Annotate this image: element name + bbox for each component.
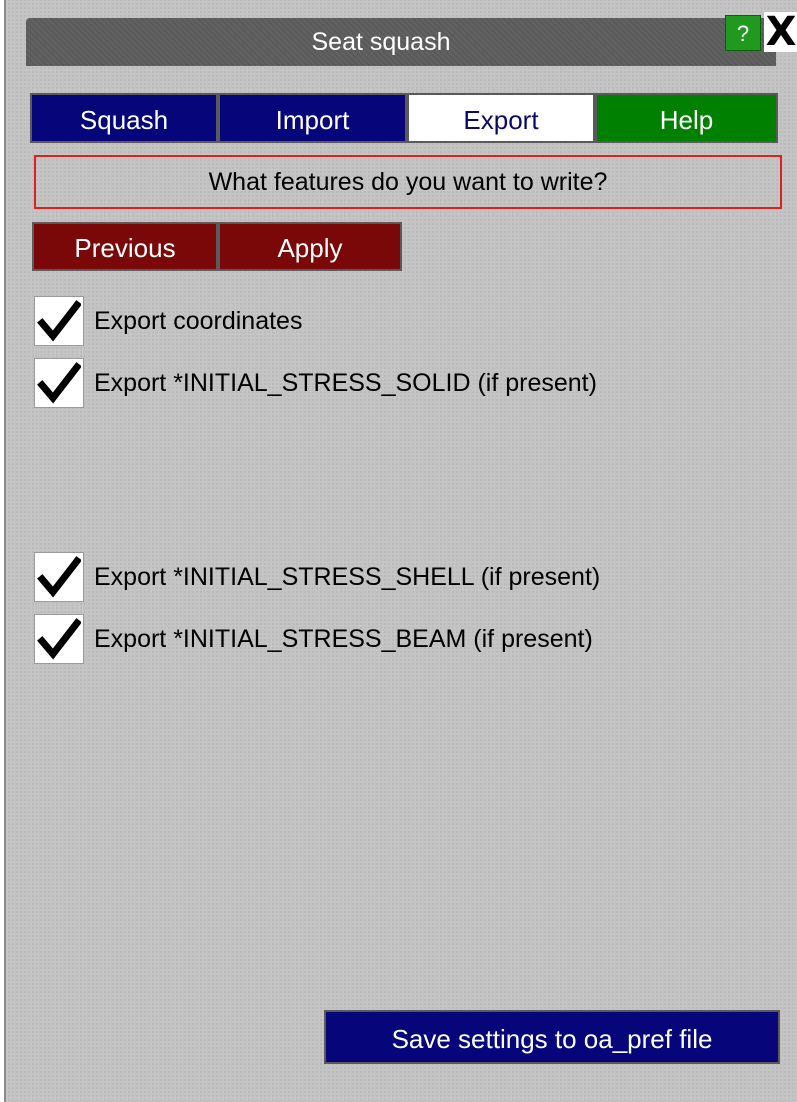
save-settings-button[interactable]: Save settings to oa_pref file bbox=[324, 1010, 780, 1064]
option-export-initial-stress-shell[interactable]: Export *INITIAL_STRESS_SHELL (if present… bbox=[34, 550, 600, 604]
previous-button[interactable]: Previous bbox=[32, 222, 218, 271]
option-label: Export *INITIAL_STRESS_SOLID (if present… bbox=[94, 368, 597, 397]
checkbox-export-coordinates[interactable] bbox=[34, 296, 84, 346]
window-title[interactable]: Seat squash bbox=[26, 18, 776, 66]
tab-squash[interactable]: Squash bbox=[30, 93, 218, 143]
tab-export[interactable]: Export bbox=[407, 93, 595, 143]
prompt-message: What features do you want to write? bbox=[34, 155, 782, 209]
checkmark-icon bbox=[37, 300, 81, 342]
seat-squash-window: Seat squash ? X Squash Import Export Hel… bbox=[4, 0, 797, 1102]
apply-button[interactable]: Apply bbox=[218, 222, 402, 271]
checkbox-export-initial-stress-solid[interactable] bbox=[34, 358, 84, 408]
option-export-initial-stress-solid[interactable]: Export *INITIAL_STRESS_SOLID (if present… bbox=[34, 356, 597, 410]
checkmark-icon bbox=[37, 362, 81, 404]
checkbox-export-initial-stress-beam[interactable] bbox=[34, 614, 84, 664]
option-label: Export *INITIAL_STRESS_BEAM (if present) bbox=[94, 624, 593, 653]
tab-import[interactable]: Import bbox=[218, 93, 407, 143]
checkmark-icon bbox=[37, 556, 81, 598]
option-export-initial-stress-beam[interactable]: Export *INITIAL_STRESS_BEAM (if present) bbox=[34, 612, 593, 666]
option-export-coordinates[interactable]: Export coordinates bbox=[34, 294, 302, 348]
checkbox-export-initial-stress-shell[interactable] bbox=[34, 552, 84, 602]
checkmark-icon bbox=[37, 618, 81, 660]
close-button[interactable]: X bbox=[764, 12, 797, 52]
tab-help[interactable]: Help bbox=[595, 93, 778, 143]
help-button[interactable]: ? bbox=[725, 15, 761, 51]
option-label: Export coordinates bbox=[94, 306, 303, 335]
option-label: Export *INITIAL_STRESS_SHELL (if present… bbox=[94, 562, 601, 591]
